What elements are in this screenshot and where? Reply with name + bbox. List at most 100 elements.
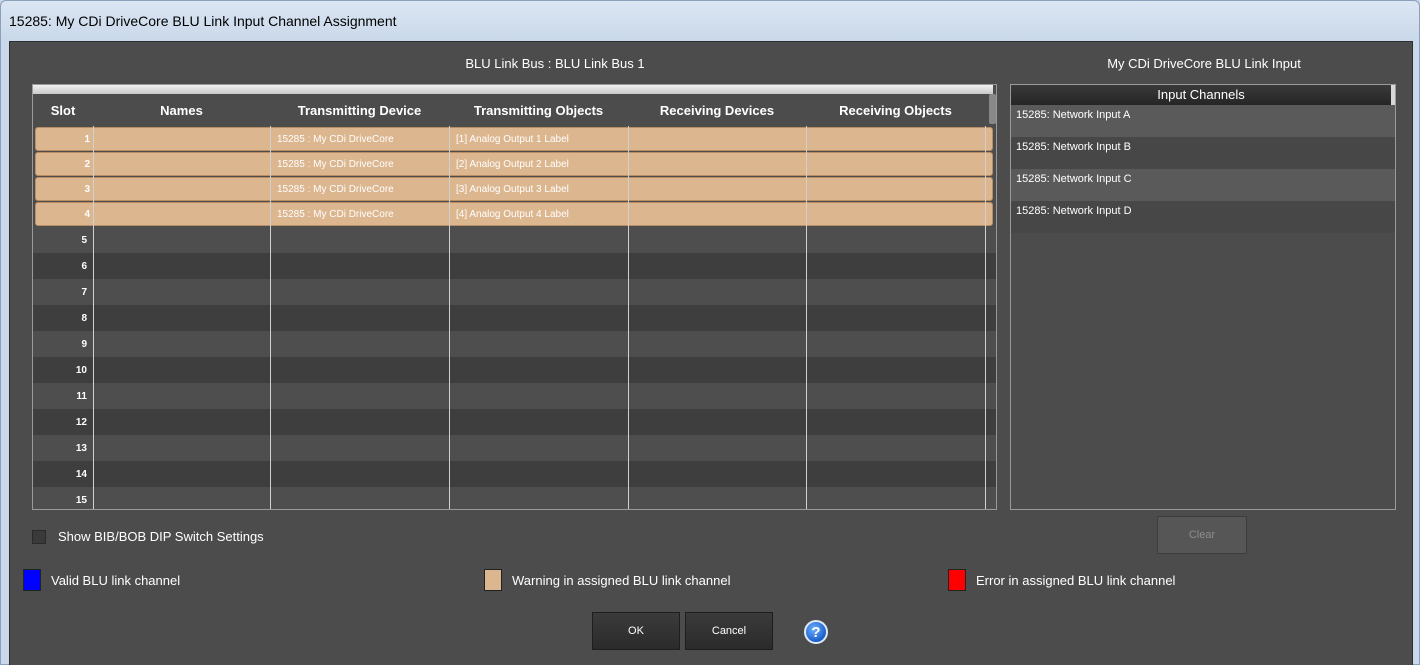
receiving-object-cell[interactable] [809, 128, 988, 150]
table-row[interactable]: 11 [33, 383, 996, 409]
transmitting-object-cell[interactable] [449, 409, 628, 435]
transmitting-object-cell[interactable] [449, 487, 628, 509]
table-row[interactable]: 15 [33, 487, 996, 509]
table-row[interactable]: 7 [33, 279, 996, 305]
transmitting-object-cell[interactable] [449, 331, 628, 357]
transmitting-device-cell[interactable] [270, 279, 449, 305]
input-channel-item[interactable]: 15285: Network Input B [1011, 137, 1395, 169]
receiving-object-cell[interactable] [809, 153, 988, 175]
receiving-device-cell[interactable] [628, 435, 806, 461]
slot-cell[interactable]: 14 [33, 461, 93, 487]
name-cell[interactable] [93, 487, 270, 509]
name-cell[interactable] [93, 305, 270, 331]
slot-cell[interactable]: 15 [33, 487, 93, 509]
transmitting-object-cell[interactable] [449, 305, 628, 331]
table-row[interactable]: 6 [33, 253, 996, 279]
name-cell[interactable] [96, 203, 273, 225]
name-cell[interactable] [93, 227, 270, 253]
transmitting-device-cell[interactable] [270, 487, 449, 509]
name-cell[interactable] [93, 253, 270, 279]
transmitting-object-cell[interactable]: [3] Analog Output 3 Label [452, 178, 631, 200]
receiving-device-cell[interactable] [628, 487, 806, 509]
grid-horizontal-scrollbar[interactable] [33, 85, 993, 94]
transmitting-device-cell[interactable]: 15285 : My CDi DriveCore [273, 153, 452, 175]
column-header-receiving-devices[interactable]: Receiving Devices [628, 94, 806, 126]
transmitting-device-cell[interactable] [270, 305, 449, 331]
receiving-object-cell[interactable] [806, 331, 985, 357]
slot-cell[interactable]: 2 [36, 153, 96, 175]
name-cell[interactable] [93, 383, 270, 409]
slot-cell[interactable]: 5 [33, 227, 93, 253]
name-cell[interactable] [96, 128, 273, 150]
receiving-device-cell[interactable] [628, 409, 806, 435]
receiving-object-cell[interactable] [806, 487, 985, 509]
show-dip-switch-checkbox[interactable] [32, 529, 46, 544]
name-cell[interactable] [93, 331, 270, 357]
slot-cell[interactable]: 8 [33, 305, 93, 331]
receiving-device-cell[interactable] [628, 305, 806, 331]
transmitting-device-cell[interactable] [270, 253, 449, 279]
table-row[interactable]: 9 [33, 331, 996, 357]
table-row[interactable]: 8 [33, 305, 996, 331]
cancel-button[interactable]: Cancel [685, 612, 773, 650]
transmitting-object-cell[interactable] [449, 357, 628, 383]
receiving-object-cell[interactable] [806, 383, 985, 409]
table-row[interactable]: 4 15285 : My CDi DriveCore [4] Analog Outp… [35, 202, 993, 226]
name-cell[interactable] [93, 279, 270, 305]
name-cell[interactable] [93, 357, 270, 383]
receiving-device-cell[interactable] [628, 279, 806, 305]
name-cell[interactable] [93, 409, 270, 435]
input-channel-item[interactable]: 15285: Network Input C [1011, 169, 1395, 201]
transmitting-object-cell[interactable]: [1] Analog Output 1 Label [452, 128, 631, 150]
slot-cell[interactable]: 12 [33, 409, 93, 435]
receiving-device-cell[interactable] [628, 253, 806, 279]
column-header-transmitting-objects[interactable]: Transmitting Objects [449, 94, 628, 126]
receiving-object-cell[interactable] [806, 305, 985, 331]
transmitting-device-cell[interactable] [270, 357, 449, 383]
transmitting-device-cell[interactable] [270, 383, 449, 409]
receiving-object-cell[interactable] [806, 279, 985, 305]
transmitting-object-cell[interactable] [449, 435, 628, 461]
receiving-object-cell[interactable] [806, 409, 985, 435]
transmitting-object-cell[interactable]: [4] Analog Output 4 Label [452, 203, 631, 225]
receiving-object-cell[interactable] [806, 461, 985, 487]
transmitting-object-cell[interactable] [449, 227, 628, 253]
transmitting-device-cell[interactable] [270, 461, 449, 487]
slot-cell[interactable]: 1 [36, 128, 96, 150]
transmitting-device-cell[interactable] [270, 331, 449, 357]
input-channel-item[interactable]: 15285: Network Input D [1011, 201, 1395, 233]
column-header-slot[interactable]: Slot [33, 94, 93, 126]
receiving-device-cell[interactable] [631, 203, 809, 225]
transmitting-device-cell[interactable] [270, 435, 449, 461]
receiving-device-cell[interactable] [631, 153, 809, 175]
name-cell[interactable] [93, 461, 270, 487]
table-row[interactable]: 3 15285 : My CDi DriveCore [3] Analog Outp… [35, 177, 993, 201]
receiving-device-cell[interactable] [628, 383, 806, 409]
transmitting-object-cell[interactable]: [2] Analog Output 2 Label [452, 153, 631, 175]
table-row[interactable]: 2 15285 : My CDi DriveCore [2] Analog Outp… [35, 152, 993, 176]
receiving-device-cell[interactable] [628, 461, 806, 487]
slot-cell[interactable]: 13 [33, 435, 93, 461]
slot-cell[interactable]: 3 [36, 178, 96, 200]
input-channel-item[interactable]: 15285: Network Input A [1011, 105, 1395, 137]
name-cell[interactable] [96, 153, 273, 175]
column-header-transmitting-device[interactable]: Transmitting Device [270, 94, 449, 126]
table-row[interactable]: 5 [33, 227, 996, 253]
slot-cell[interactable]: 7 [33, 279, 93, 305]
ok-button[interactable]: OK [592, 612, 680, 650]
slot-cell[interactable]: 9 [33, 331, 93, 357]
receiving-object-cell[interactable] [809, 178, 988, 200]
transmitting-device-cell[interactable] [270, 227, 449, 253]
receiving-object-cell[interactable] [806, 357, 985, 383]
receiving-device-cell[interactable] [631, 128, 809, 150]
transmitting-object-cell[interactable] [449, 383, 628, 409]
table-row[interactable]: 14 [33, 461, 996, 487]
receiving-object-cell[interactable] [806, 435, 985, 461]
grid-vertical-scrollbar[interactable] [989, 94, 996, 124]
transmitting-device-cell[interactable] [270, 409, 449, 435]
table-row[interactable]: 13 [33, 435, 996, 461]
name-cell[interactable] [93, 435, 270, 461]
receiving-object-cell[interactable] [809, 203, 988, 225]
name-cell[interactable] [96, 178, 273, 200]
transmitting-object-cell[interactable] [449, 253, 628, 279]
